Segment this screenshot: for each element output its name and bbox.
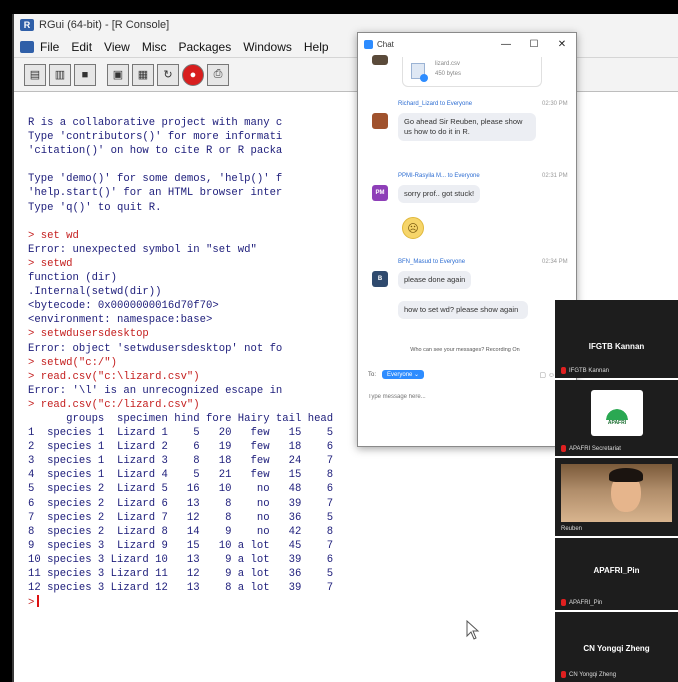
console-output-line: 10 species 3 Lizard 10 13 9 a lot 39 6 [28,553,334,566]
participant-label: APAFRI Secretariat [561,445,621,452]
chat-titlebar: Chat — ☐ ✕ [358,33,576,55]
chat-app-icon [364,39,373,49]
chat-title: Chat [377,39,394,49]
message-sender[interactable]: BFN_Masud [398,259,431,265]
participant-tile[interactable]: IFGTB Kannan IFGTB Kannan [555,300,678,378]
download-badge-icon [420,74,428,82]
avatar [372,113,388,129]
message-bubble: how to set wd? please show again [398,301,528,319]
print-icon[interactable]: ⎙ [207,63,229,86]
load-workspace-icon[interactable]: ▥ [49,63,71,86]
message-recipient: to Everyone [447,173,480,179]
text-cursor [37,595,40,608]
logo-text: APAFRI [607,420,627,426]
message-sender[interactable]: PPMI-Rasyila M... [398,173,446,179]
r-system-menu-icon[interactable] [20,40,34,53]
message-time: 02:30 PM [542,101,568,107]
recipient-selector: To: Everyone ⌄ [368,370,425,379]
mic-muted-icon [561,671,566,678]
menu-view[interactable]: View [104,40,130,54]
rgui-title: RGui (64-bit) - [R Console] [39,19,170,31]
message-recipient: to Everyone [433,259,466,265]
rgui-titlebar: R RGui (64-bit) - [R Console] [14,14,678,36]
console-output-line: 7 species 2 Lizard 7 12 8 no 36 5 [28,511,334,524]
prompt-symbol: > [28,597,35,610]
participant-tile[interactable]: APAFRI APAFRI Secretariat [555,380,678,456]
file-size: 450 bytes [435,71,462,77]
message-time: 02:34 PM [542,259,568,265]
chat-message-list[interactable]: lizard.csv 450 bytes Richard_Lizard to E… [358,55,572,371]
participant-label: Reuben [561,526,583,532]
message-bubble: please done again [398,271,472,289]
message-bubble: sorry prof.. got stuck! [398,185,481,203]
menu-misc[interactable]: Misc [142,40,167,54]
menu-edit[interactable]: Edit [71,40,92,54]
participant-name: IFGTB Kannan [588,342,645,351]
message-meta: Richard_Lizard to Everyone [398,101,472,107]
console-prompt[interactable]: > [28,595,559,609]
who-can-see-link[interactable]: Who can see your messages? Recording On [358,347,572,353]
rgui-toolbar: ▤ ▥ ■ ▣ ▦ ↻ ● ⎙ [14,58,678,92]
participant-name: APAFRI_Pin [593,566,640,575]
mic-muted-icon [561,367,566,374]
message-meta: PPMI-Rasyila M... to Everyone [398,173,480,179]
console-output-line: 5 species 2 Lizard 5 16 10 no 48 6 [28,483,334,496]
menu-packages[interactable]: Packages [179,40,232,54]
open-script-icon[interactable]: ▤ [24,63,46,86]
maximize-button[interactable]: ☐ [520,39,548,50]
participant-tile[interactable]: APAFRI_Pin APAFRI_Pin [555,538,678,610]
console-output-line: 8 species 2 Lizard 8 14 9 no 42 8 [28,525,334,538]
rgui-menubar: File Edit View Misc Packages Windows Hel… [14,36,678,58]
leaf-logo-icon [604,400,630,420]
to-label: To: [368,371,377,378]
console-output-line: 11 species 3 Lizard 11 12 9 a lot 36 5 [28,568,334,580]
minimize-button[interactable]: — [492,39,520,50]
participant-video [561,464,672,522]
mic-muted-icon [561,599,566,606]
message-sender[interactable]: Richard_Lizard [398,101,438,107]
r-logo-icon: R [20,19,34,31]
menu-help[interactable]: Help [304,40,329,54]
participant-label: APAFRI_Pin [561,599,602,606]
console-output-line: 6 species 2 Lizard 6 13 8 no 39 7 [28,497,334,510]
participant-tile[interactable]: CN Yongqi Zheng CN Yongqi Zheng [555,612,678,682]
console-output-line: 3 species 1 Lizard 3 8 18 few 24 7 [28,455,334,468]
avatar: PM [372,185,388,201]
console-output-line: 9 species 3 Lizard 9 15 10 a lot 45 7 [28,539,334,552]
apafri-logo: APAFRI [591,390,643,436]
participant-hair [609,468,643,482]
close-button[interactable]: ✕ [548,39,576,50]
mic-muted-icon [561,445,566,452]
message-bubble: Go ahead Sir Reuben, please show us how … [398,113,536,141]
chat-message-input[interactable] [368,390,564,404]
avatar: B [372,271,388,287]
video-participants-panel: IFGTB Kannan IFGTB Kannan APAFRI APAFRI … [555,300,678,682]
menu-file[interactable]: File [40,40,59,54]
copy-paste-icon[interactable]: ↻ [157,63,179,86]
message-recipient: to Everyone [440,101,473,107]
mouse-pointer-icon [466,620,480,640]
console-output-line: 12 species 3 Lizard 12 13 8 a lot 39 7 [28,582,334,595]
copy-icon[interactable]: ▣ [107,63,129,86]
avatar [372,55,388,65]
zoom-chat-window: Chat — ☐ ✕ lizard.csv 450 bytes Richard_… [357,32,577,447]
sad-face-emoji-icon: ☹ [402,217,424,239]
file-name: lizard.csv [435,61,461,67]
participant-label: CN Yongqi Zheng [561,671,616,678]
recipient-dropdown[interactable]: Everyone ⌄ [382,370,425,379]
participant-label: IFGTB Kannan [561,367,609,374]
message-time: 02:31 PM [542,173,568,179]
file-attachment[interactable]: lizard.csv 450 bytes [402,57,542,87]
save-workspace-icon[interactable]: ■ [74,63,96,86]
message-meta: BFN_Masud to Everyone [398,259,465,265]
participant-name: CN Yongqi Zheng [583,644,650,653]
stop-icon[interactable]: ● [182,63,204,86]
console-output-line: 4 species 1 Lizard 4 5 21 few 15 8 [28,469,334,482]
paste-icon[interactable]: ▦ [132,63,154,86]
menu-windows[interactable]: Windows [243,40,292,54]
participant-tile[interactable]: Reuben [555,458,678,536]
